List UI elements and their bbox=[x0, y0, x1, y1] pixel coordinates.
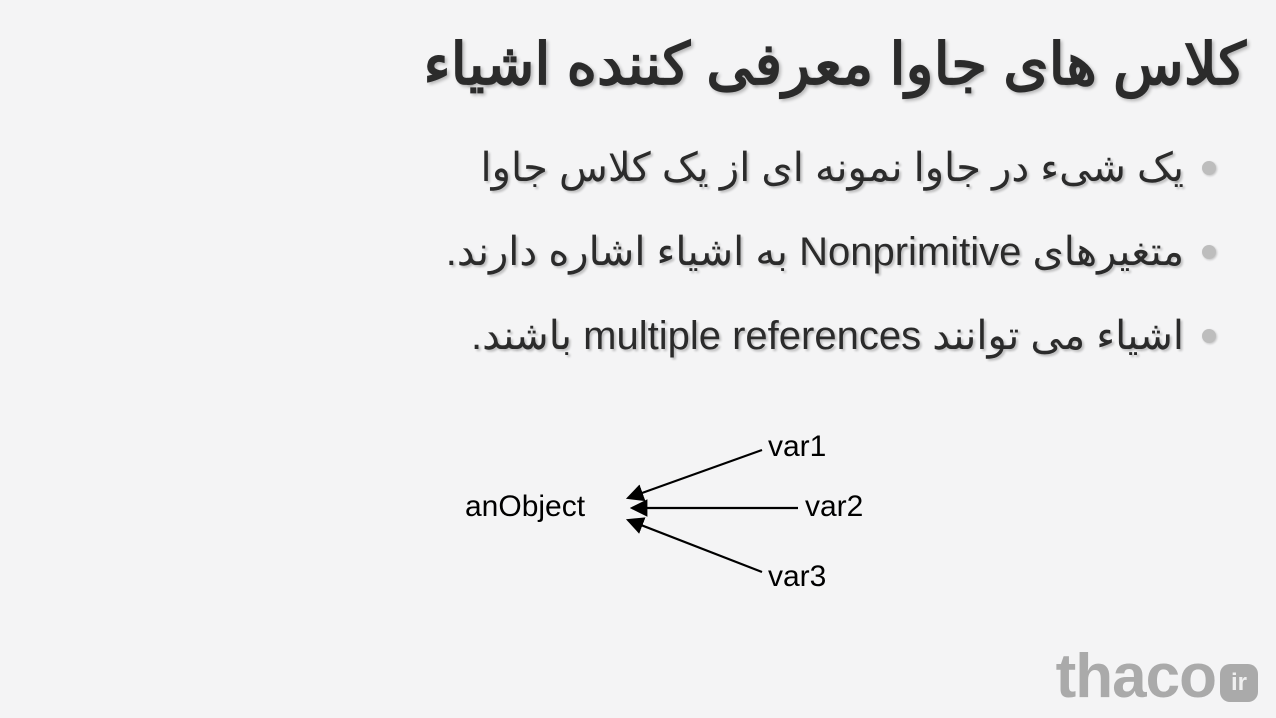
bullet-icon bbox=[1202, 161, 1216, 175]
watermark-badge: ir bbox=[1220, 664, 1258, 702]
bullet-icon bbox=[1202, 329, 1216, 343]
list-item: یک شیء در جاوا نمونه ای از یک کلاس جاوا bbox=[446, 140, 1216, 196]
bullet-text-2: متغیرهای Nonprimitive به اشیاء اشاره دار… bbox=[446, 224, 1184, 280]
list-item: اشیاء می توانند multiple references باشن… bbox=[446, 308, 1216, 364]
bullet-text-1: یک شیء در جاوا نمونه ای از یک کلاس جاوا bbox=[481, 140, 1184, 196]
watermark-text: thaco bbox=[1056, 641, 1216, 712]
arrow-icon bbox=[400, 420, 920, 620]
slide-title: کلاس های جاوا معرفی کننده اشیاء bbox=[423, 30, 1246, 98]
bullet-list: یک شیء در جاوا نمونه ای از یک کلاس جاوا … bbox=[446, 140, 1216, 392]
bullet-icon bbox=[1202, 245, 1216, 259]
watermark: thaco ir bbox=[1056, 641, 1258, 712]
bullet-text-3: اشیاء می توانند multiple references باشن… bbox=[471, 308, 1184, 364]
reference-diagram: anObject var1 var2 var3 bbox=[400, 420, 920, 620]
list-item: متغیرهای Nonprimitive به اشیاء اشاره دار… bbox=[446, 224, 1216, 280]
